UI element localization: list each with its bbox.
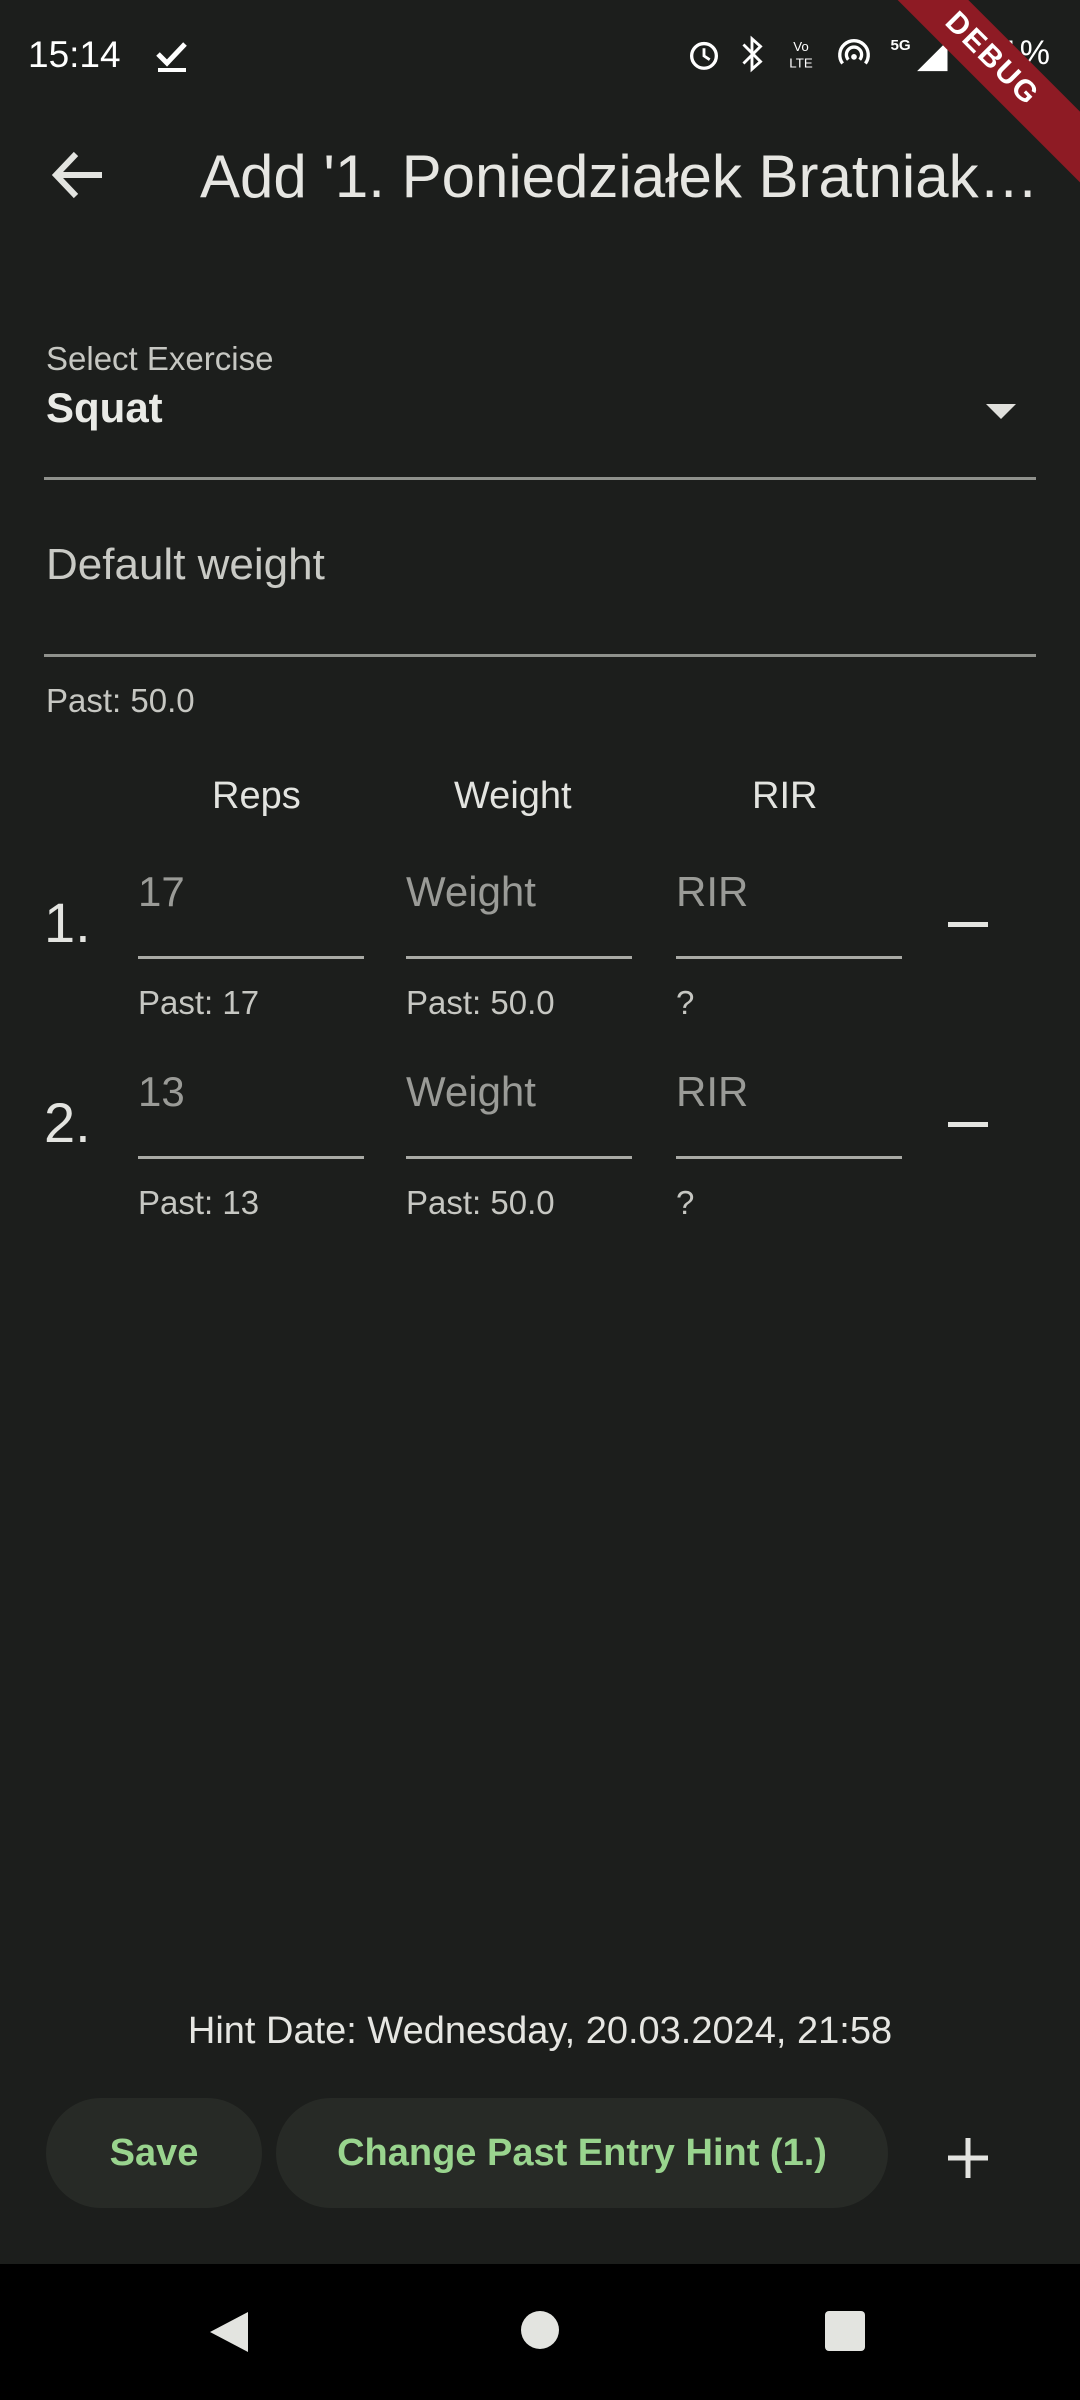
default-weight-input[interactable]: Default weight xyxy=(46,540,325,590)
svg-text:LTE: LTE xyxy=(789,55,813,70)
remove-set-button[interactable] xyxy=(948,922,988,927)
weight-input[interactable]: Weight xyxy=(406,868,536,916)
remove-set-button[interactable] xyxy=(948,1122,988,1127)
column-header-weight: Weight xyxy=(454,775,572,817)
weight-past: Past: 50.0 xyxy=(406,1184,555,1221)
svg-text:5G: 5G xyxy=(890,37,910,54)
reps-input[interactable]: 13 xyxy=(138,1068,185,1116)
rir-past: ? xyxy=(676,1184,695,1221)
column-header-rir: RIR xyxy=(752,775,818,817)
rir-underline xyxy=(676,1156,902,1159)
reps-underline xyxy=(138,1156,364,1159)
dropdown-arrow-icon[interactable] xyxy=(986,404,1016,419)
hotspot-icon xyxy=(837,38,870,64)
volte-icon: Vo LTE xyxy=(789,39,813,70)
reps-input[interactable]: 17 xyxy=(138,868,185,916)
system-nav-bar xyxy=(0,2264,1080,2400)
svg-text:Vo: Vo xyxy=(793,39,809,54)
add-set-button[interactable] xyxy=(940,2130,996,2186)
rir-underline xyxy=(676,956,902,959)
nav-recents-icon[interactable] xyxy=(824,2310,866,2352)
select-exercise-dropdown[interactable]: Squat xyxy=(46,384,163,432)
select-underline xyxy=(44,477,1036,480)
reps-underline xyxy=(138,956,364,959)
plus-icon xyxy=(948,2138,988,2178)
weight-past: Past: 50.0 xyxy=(406,984,555,1021)
set-number: 1. xyxy=(44,891,91,954)
rir-input[interactable]: RIR xyxy=(676,868,748,916)
default-weight-underline xyxy=(44,654,1036,657)
rir-input[interactable]: RIR xyxy=(676,1068,748,1116)
reps-past: Past: 17 xyxy=(138,984,260,1021)
save-button[interactable]: Save xyxy=(46,2098,262,2208)
arrow-back-icon xyxy=(51,151,102,199)
select-exercise-label: Select Exercise xyxy=(46,340,274,377)
reps-past: Past: 13 xyxy=(138,1184,260,1221)
weight-underline xyxy=(406,1156,632,1159)
bluetooth-icon xyxy=(742,35,763,72)
page-title: Add '1. Poniedziałek Bratniak… xyxy=(200,143,1039,210)
default-weight-past: Past: 50.0 xyxy=(46,682,195,719)
status-time: 15:14 xyxy=(28,34,121,75)
task-complete-icon xyxy=(152,36,192,81)
change-hint-button[interactable]: Change Past Entry Hint (1.) xyxy=(276,2098,888,2208)
nav-home-icon[interactable] xyxy=(520,2310,560,2350)
weight-underline xyxy=(406,956,632,959)
hint-date: Hint Date: Wednesday, 20.03.2024, 21:58 xyxy=(187,2010,893,2052)
weight-input[interactable]: Weight xyxy=(406,1068,536,1116)
nav-back-icon[interactable] xyxy=(206,2308,252,2356)
set-number: 2. xyxy=(44,1091,91,1154)
alarm-icon xyxy=(689,41,718,70)
back-button[interactable] xyxy=(44,140,114,210)
rir-past: ? xyxy=(676,984,695,1021)
column-header-reps: Reps xyxy=(212,775,301,817)
